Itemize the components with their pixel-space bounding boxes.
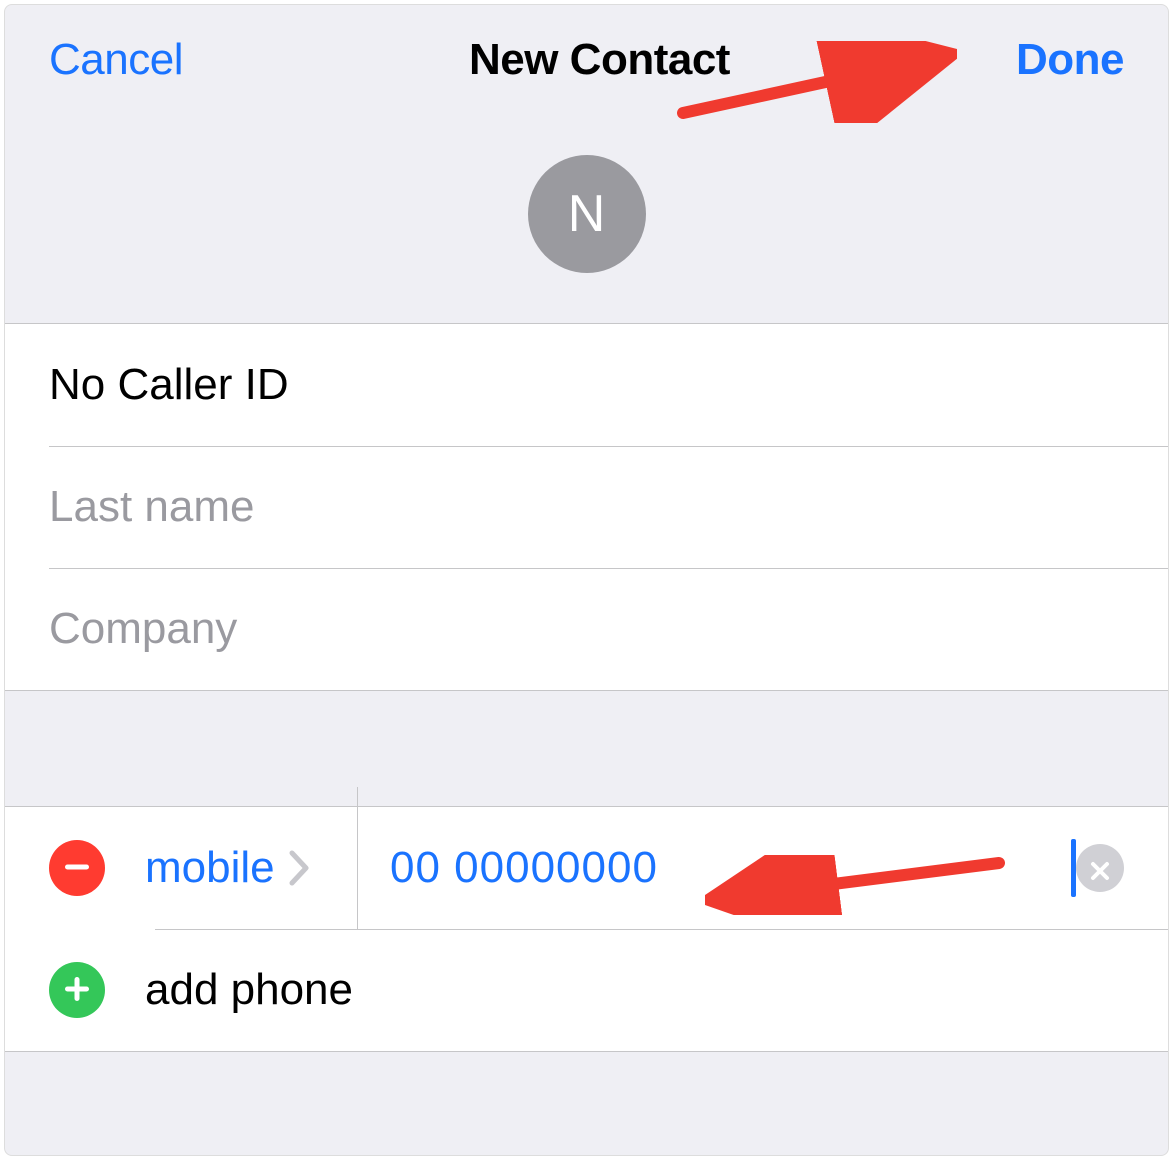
close-icon bbox=[1089, 843, 1111, 893]
phone-number-field[interactable]: 00 00000000 bbox=[390, 843, 1077, 893]
add-phone-button[interactable] bbox=[49, 962, 105, 1018]
first-name-field[interactable] bbox=[49, 360, 1168, 410]
minus-icon bbox=[62, 843, 92, 893]
avatar-zone: N bbox=[5, 115, 1168, 323]
phone-type-label: mobile bbox=[145, 843, 275, 893]
add-phone-row[interactable]: add phone bbox=[5, 929, 1168, 1051]
phone-section: mobile 00 00000000 bbox=[5, 806, 1168, 1052]
done-button[interactable]: Done bbox=[1016, 35, 1124, 85]
last-name-row[interactable] bbox=[5, 446, 1168, 568]
avatar-initial: N bbox=[568, 184, 606, 244]
plus-icon bbox=[62, 965, 92, 1015]
add-phone-label: add phone bbox=[145, 965, 353, 1015]
company-field[interactable] bbox=[49, 604, 1168, 654]
remove-phone-button[interactable] bbox=[49, 840, 105, 896]
phone-type-picker[interactable]: mobile bbox=[145, 807, 357, 929]
page-title: New Contact bbox=[469, 35, 730, 85]
first-name-row[interactable] bbox=[5, 324, 1168, 446]
navbar: Cancel New Contact Done bbox=[5, 5, 1168, 115]
text-cursor bbox=[1071, 839, 1076, 897]
avatar[interactable]: N bbox=[528, 155, 646, 273]
last-name-field[interactable] bbox=[49, 482, 1168, 532]
name-section bbox=[5, 323, 1168, 691]
phone-entry-row: mobile 00 00000000 bbox=[5, 807, 1168, 929]
section-gap bbox=[5, 691, 1168, 806]
new-contact-screen: Cancel New Contact Done N bbox=[4, 4, 1169, 1156]
phone-number-cell[interactable]: 00 00000000 bbox=[358, 807, 1076, 929]
clear-phone-button[interactable] bbox=[1076, 844, 1124, 892]
company-row[interactable] bbox=[5, 568, 1168, 690]
cancel-button[interactable]: Cancel bbox=[49, 35, 183, 85]
chevron-right-icon bbox=[289, 850, 311, 886]
